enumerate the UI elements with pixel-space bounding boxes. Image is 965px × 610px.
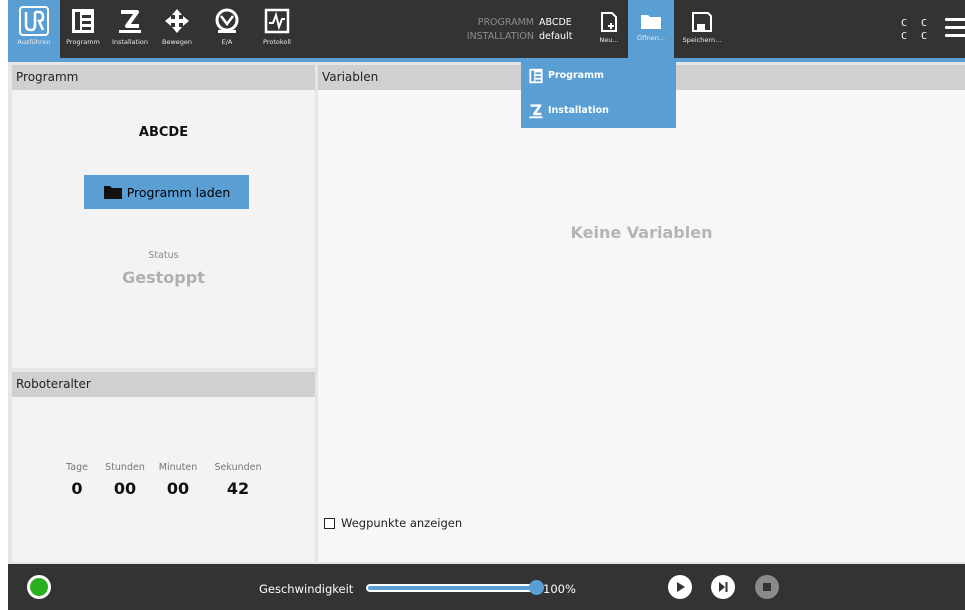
nav-run-label: Ausführen <box>17 38 51 46</box>
nav-io-button[interactable]: E/A <box>200 6 254 58</box>
save-label: Speichern... <box>682 36 722 44</box>
program-key: PROGRAMM <box>477 17 534 28</box>
io-icon <box>215 8 239 33</box>
open-menu-installation-label: Installation <box>548 105 609 116</box>
program-info: PROGRAMM ABCDE INSTALLATION default <box>448 16 573 44</box>
age-days-label: Tage <box>66 462 88 473</box>
stop-button[interactable] <box>755 575 779 599</box>
robot-age-panel: Roboteralter Tage 0 Stunden 00 Minuten 0… <box>12 372 315 562</box>
no-variables-text: Keine Variablen <box>570 223 713 242</box>
log-icon <box>264 8 290 34</box>
folder-icon <box>103 186 122 199</box>
new-label: Neu... <box>599 36 619 44</box>
cc-row: C C <box>901 18 932 29</box>
age-seconds-label: Sekunden <box>214 462 262 473</box>
new-file-icon <box>601 12 617 32</box>
power-button[interactable] <box>27 575 51 599</box>
nav-log-label: Protokoll <box>263 38 291 46</box>
age-hours: Stunden 00 <box>102 462 148 498</box>
nav-log-button[interactable]: Protokoll <box>254 6 300 58</box>
program-icon <box>72 9 94 33</box>
power-status-icon <box>30 578 48 596</box>
nav-io-label: E/A <box>221 38 233 46</box>
installation-icon <box>529 103 543 118</box>
bottom-bar: Geschwindigkeit 100% <box>8 564 965 610</box>
nav-run-button[interactable]: Ausführen <box>8 0 60 58</box>
age-minutes-label: Minuten <box>158 462 198 473</box>
speed-slider-fill <box>368 586 536 590</box>
age-hours-label: Stunden <box>105 462 145 473</box>
hamburger-menu-icon[interactable] <box>945 18 965 38</box>
open-button[interactable]: Öffnen... <box>628 0 674 58</box>
show-waypoints-toggle[interactable]: Wegpunkte anzeigen <box>324 516 462 530</box>
installation-value: default <box>539 31 573 42</box>
program-name: ABCDE <box>138 125 189 140</box>
program-panel-title: Programm <box>12 65 315 90</box>
ur-logo-icon <box>19 6 49 36</box>
age-days-value: 0 <box>71 479 83 498</box>
age-seconds-value: 42 <box>226 479 250 498</box>
cc-indicator: C C C C <box>901 17 931 43</box>
save-button[interactable]: Speichern... <box>674 0 730 58</box>
open-menu-item-program[interactable]: Programm <box>521 58 676 93</box>
speed-slider[interactable] <box>366 584 538 592</box>
open-label: Öffnen... <box>636 34 666 42</box>
nav-move-button[interactable]: Bewegen <box>154 6 200 58</box>
open-menu: Programm Installation <box>521 58 676 128</box>
folder-icon <box>641 15 661 29</box>
variables-panel: Variablen Keine Variablen Wegpunkte anze… <box>318 65 965 562</box>
program-value: ABCDE <box>539 17 572 28</box>
status-label: Status <box>148 250 179 261</box>
load-program-label: Programm laden <box>126 184 231 200</box>
stop-icon <box>763 583 771 591</box>
load-program-button[interactable]: Programm laden <box>84 175 249 209</box>
nav-move-label: Bewegen <box>161 38 193 46</box>
speed-label: Geschwindigkeit <box>259 582 354 596</box>
nav-installation-label: Installation <box>111 38 148 46</box>
new-button[interactable]: Neu... <box>590 0 628 58</box>
step-icon <box>719 582 728 592</box>
age-seconds: Sekunden 42 <box>210 462 266 498</box>
open-menu-item-installation[interactable]: Installation <box>521 93 676 128</box>
program-icon <box>529 68 543 83</box>
show-waypoints-label: Wegpunkte anzeigen <box>341 516 463 530</box>
show-waypoints-checkbox[interactable] <box>324 517 335 529</box>
installation-key: INSTALLATION <box>466 31 534 42</box>
save-icon <box>692 12 712 32</box>
open-menu-program-label: Programm <box>548 70 604 81</box>
top-bar: Ausführen Programm Installation Bewegen … <box>8 0 965 58</box>
step-button[interactable] <box>711 575 735 599</box>
speed-slider-handle[interactable] <box>529 580 544 595</box>
nav-program-label: Programm <box>66 38 100 46</box>
age-hours-value: 00 <box>113 479 137 498</box>
installation-icon <box>119 10 141 33</box>
age-minutes: Minuten 00 <box>154 462 202 498</box>
nav-installation-button[interactable]: Installation <box>106 6 154 58</box>
play-button[interactable] <box>668 575 692 599</box>
nav-program-button[interactable]: Programm <box>60 6 106 58</box>
robot-age-title: Roboteralter <box>12 372 315 397</box>
speed-value: 100% <box>543 582 576 596</box>
age-minutes-value: 00 <box>166 479 190 498</box>
program-panel: Programm ABCDE Programm laden Status Ges… <box>12 65 315 368</box>
move-icon <box>165 9 189 33</box>
play-icon <box>677 582 685 592</box>
cc-row: C C <box>901 31 932 42</box>
age-days: Tage 0 <box>62 462 92 498</box>
status-value: Gestoppt <box>122 268 205 287</box>
